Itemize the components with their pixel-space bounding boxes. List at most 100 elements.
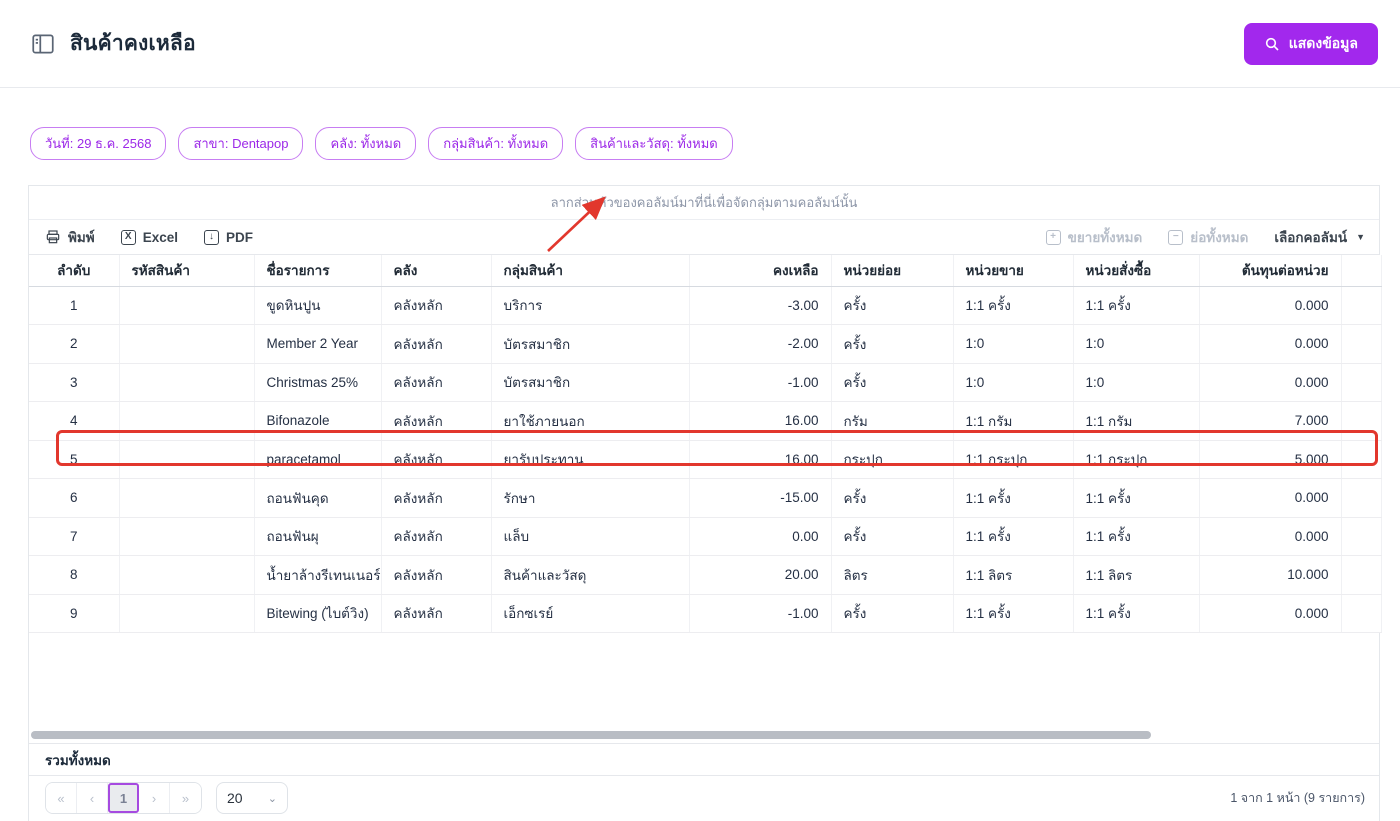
cell-code [119, 286, 254, 325]
previous-page-button[interactable]: ‹ [77, 783, 108, 813]
cell-sub_unit: ครั้ง [831, 286, 953, 325]
cell-code [119, 402, 254, 441]
cell-remaining: -15.00 [689, 479, 831, 518]
column-header-filler [1341, 255, 1381, 286]
print-button[interactable]: พิมพ์ [45, 226, 95, 248]
cell-sub_unit: กระปุก [831, 440, 953, 479]
column-header[interactable]: หน่วยสั่งซื้อ [1073, 255, 1199, 286]
cell-group: บัตรสมาชิก [491, 325, 689, 364]
pdf-button-label: PDF [226, 230, 253, 245]
cell-code [119, 594, 254, 633]
sidebar-toggle-icon[interactable] [30, 31, 56, 57]
column-header[interactable]: หน่วยขาย [953, 255, 1073, 286]
cell-group: ยารับประทาน [491, 440, 689, 479]
column-header[interactable]: กลุ่มสินค้า [491, 255, 689, 286]
cell-name: ถอนฟันผุ [254, 517, 381, 556]
cell-warehouse: คลังหลัก [381, 363, 491, 402]
column-header[interactable]: รหัสสินค้า [119, 255, 254, 286]
cell-remaining: 16.00 [689, 440, 831, 479]
export-pdf-button[interactable]: ↓ PDF [204, 230, 253, 245]
cell-warehouse: คลังหลัก [381, 594, 491, 633]
cell-name: น้ำยาล้างรีเทนเนอร์ [254, 556, 381, 595]
filter-chip-branch[interactable]: สาขา: Dentapop [178, 127, 303, 160]
cell-name: ถอนฟันคุด [254, 479, 381, 518]
choose-columns-button[interactable]: เลือกคอลัมน์ ▼ [1274, 226, 1365, 248]
expand-all-label: ขยายทั้งหมด [1068, 226, 1143, 248]
table-row: 4Bifonazoleคลังหลักยาใช้ภายนอก16.00กรัม1… [29, 402, 1381, 441]
horizontal-scrollbar[interactable] [31, 731, 1151, 739]
cell-cost: 0.000 [1199, 363, 1341, 402]
cell-remaining: -3.00 [689, 286, 831, 325]
cell-order_unit: 1:1 ครั้ง [1073, 479, 1199, 518]
cell-filler [1341, 517, 1381, 556]
cell-filler [1341, 594, 1381, 633]
table-row: 6ถอนฟันคุดคลังหลักรักษา-15.00ครั้ง1:1 คร… [29, 479, 1381, 518]
cell-group: ยาใช้ภายนอก [491, 402, 689, 441]
grid-toolbar: พิมพ์ X Excel ↓ PDF + ขยายทั้งหมด − ย่อท… [29, 220, 1379, 255]
table-header-row: ลำดับรหัสสินค้าชื่อรายการคลังกลุ่มสินค้า… [29, 255, 1381, 286]
cell-name: Member 2 Year [254, 325, 381, 364]
inventory-table: ลำดับรหัสสินค้าชื่อรายการคลังกลุ่มสินค้า… [29, 255, 1382, 633]
column-header[interactable]: ชื่อรายการ [254, 255, 381, 286]
cell-name: Bifonazole [254, 402, 381, 441]
cell-sell_unit: 1:1 ครั้ง [953, 479, 1073, 518]
data-grid-card: ลากส่วนหัวของคอลัมน์มาที่นี่เพื่อจัดกลุ่… [28, 185, 1380, 821]
cell-sell_unit: 1:0 [953, 363, 1073, 402]
cell-remaining: -1.00 [689, 594, 831, 633]
column-header[interactable]: ต้นทุนต่อหน่วย [1199, 255, 1341, 286]
cell-cost: 0.000 [1199, 286, 1341, 325]
grand-total-row: รวมทั้งหมด [29, 743, 1379, 776]
cell-no: 4 [29, 402, 119, 441]
collapse-all-button[interactable]: − ย่อทั้งหมด [1168, 226, 1248, 248]
cell-filler [1341, 325, 1381, 364]
expand-all-button[interactable]: + ขยายทั้งหมด [1046, 226, 1143, 248]
cell-cost: 5.000 [1199, 440, 1341, 479]
cell-code [119, 479, 254, 518]
cell-filler [1341, 556, 1381, 595]
page-title: สินค้าคงเหลือ [70, 27, 196, 60]
next-page-button[interactable]: › [139, 783, 170, 813]
cell-order_unit: 1:0 [1073, 363, 1199, 402]
page-size-select[interactable]: 20 ⌄ [216, 782, 288, 814]
cell-order_unit: 1:1 กระปุก [1073, 440, 1199, 479]
show-data-button-label: แสดงข้อมูล [1289, 33, 1358, 55]
filter-chip-warehouse[interactable]: คลัง: ทั้งหมด [315, 127, 416, 160]
printer-icon [45, 229, 61, 245]
filter-chip-date[interactable]: วันที่: 29 ธ.ค. 2568 [30, 127, 166, 160]
column-header[interactable]: คงเหลือ [689, 255, 831, 286]
last-page-button[interactable]: » [170, 783, 201, 813]
cell-group: รักษา [491, 479, 689, 518]
chevron-down-icon: ⌄ [268, 792, 277, 805]
column-header[interactable]: คลัง [381, 255, 491, 286]
filter-chip-products-materials[interactable]: สินค้าและวัสดุ: ทั้งหมด [575, 127, 733, 160]
chevron-down-icon: ▼ [1356, 232, 1365, 242]
cell-no: 7 [29, 517, 119, 556]
cell-sell_unit: 1:1 ครั้ง [953, 594, 1073, 633]
cell-code [119, 363, 254, 402]
export-excel-button[interactable]: X Excel [121, 230, 178, 245]
first-page-button[interactable]: « [46, 783, 77, 813]
export-buttons-group: พิมพ์ X Excel ↓ PDF [45, 226, 253, 248]
group-by-panel[interactable]: ลากส่วนหัวของคอลัมน์มาที่นี่เพื่อจัดกลุ่… [29, 186, 1379, 220]
cell-sub_unit: กรัม [831, 402, 953, 441]
excel-icon: X [121, 230, 136, 245]
filter-chip-product-group[interactable]: กลุ่มสินค้า: ทั้งหมด [428, 127, 563, 160]
current-page-button[interactable]: 1 [108, 783, 139, 813]
cell-warehouse: คลังหลัก [381, 402, 491, 441]
column-header[interactable]: ลำดับ [29, 255, 119, 286]
page-summary-text: 1 จาก 1 หน้า (9 รายการ) [1230, 788, 1365, 808]
cell-order_unit: 1:1 ครั้ง [1073, 286, 1199, 325]
show-data-button[interactable]: แสดงข้อมูล [1244, 23, 1378, 65]
cell-no: 9 [29, 594, 119, 633]
cell-warehouse: คลังหลัก [381, 325, 491, 364]
table-row: 7ถอนฟันผุคลังหลักแล็บ0.00ครั้ง1:1 ครั้ง1… [29, 517, 1381, 556]
table-row: 5paracetamolคลังหลักยารับประทาน16.00กระป… [29, 440, 1381, 479]
column-header[interactable]: หน่วยย่อย [831, 255, 953, 286]
cell-sell_unit: 1:1 ลิตร [953, 556, 1073, 595]
cell-order_unit: 1:1 ลิตร [1073, 556, 1199, 595]
cell-sell_unit: 1:0 [953, 325, 1073, 364]
cell-name: paracetamol [254, 440, 381, 479]
cell-group: แล็บ [491, 517, 689, 556]
page-title-group: สินค้าคงเหลือ [30, 27, 196, 60]
collapse-all-label: ย่อทั้งหมด [1190, 226, 1248, 248]
